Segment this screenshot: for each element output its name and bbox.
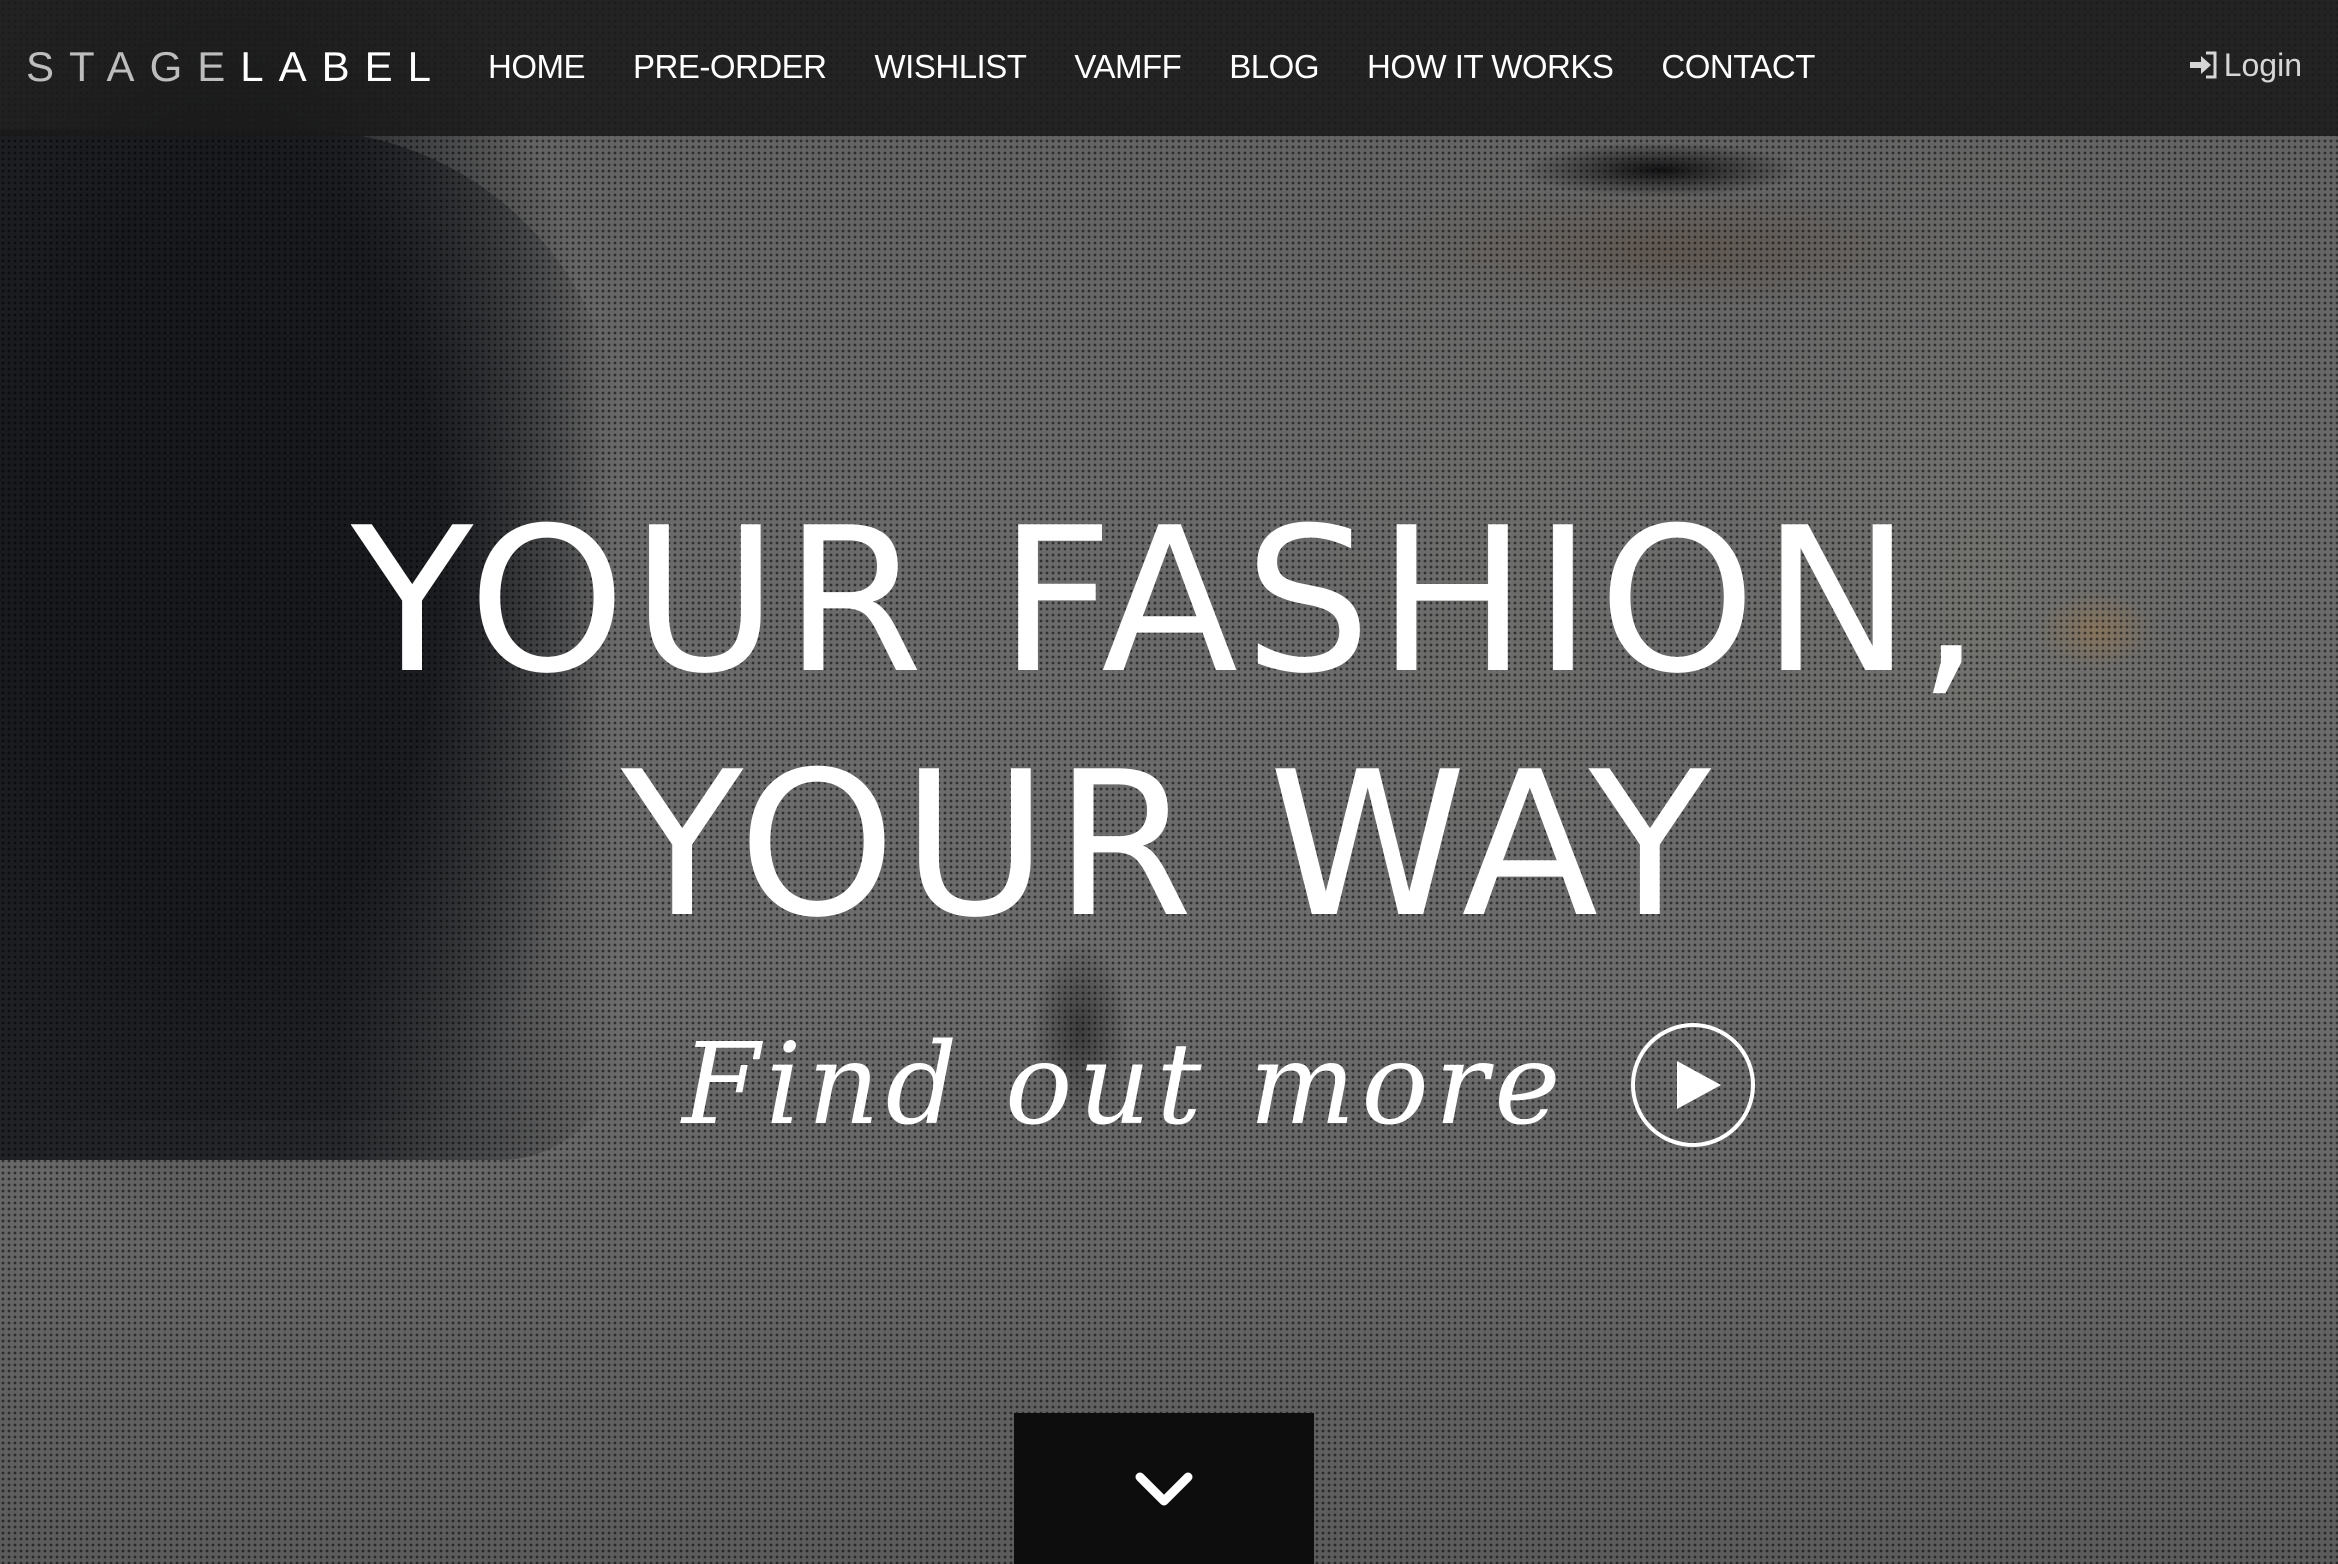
chevron-down-icon bbox=[1135, 1472, 1193, 1505]
logo-label-text: LABEL bbox=[240, 43, 447, 90]
play-button[interactable] bbox=[1630, 1023, 1755, 1147]
hero-headline-line1: YOUR FASHION, bbox=[350, 485, 1987, 718]
nav-item-blog[interactable]: BLOG bbox=[1229, 44, 1319, 90]
main-nav: HOME PRE-ORDER WISHLIST VAMFF BLOG HOW I… bbox=[488, 44, 1815, 90]
login-label: Login bbox=[2223, 47, 2302, 83]
play-icon bbox=[1676, 1061, 1721, 1109]
navbar: STAGELABEL HOME PRE-ORDER WISHLIST VAMFF… bbox=[0, 0, 2338, 136]
find-out-more-label: Find out more bbox=[682, 1020, 1567, 1150]
sign-in-icon bbox=[2189, 51, 2217, 79]
nav-item-vamff[interactable]: VAMFF bbox=[1074, 44, 1181, 90]
nav-item-wishlist[interactable]: WISHLIST bbox=[875, 44, 1027, 90]
hero-headline: YOUR FASHION, YOUR WAY bbox=[0, 480, 2338, 968]
logo-stage-text: STAGE bbox=[26, 43, 241, 90]
nav-item-pre-order[interactable]: PRE-ORDER bbox=[633, 44, 827, 90]
find-out-more-button[interactable]: Find out more bbox=[682, 1020, 1755, 1150]
nav-item-how-it-works[interactable]: HOW IT WORKS bbox=[1367, 44, 1614, 90]
nav-item-home[interactable]: HOME bbox=[488, 44, 586, 90]
site-logo[interactable]: STAGELABEL bbox=[26, 42, 446, 92]
hero-headline-line2: YOUR WAY bbox=[621, 729, 1717, 962]
nav-item-contact[interactable]: CONTACT bbox=[1661, 44, 1815, 90]
scroll-down-button[interactable] bbox=[1014, 1413, 1314, 1564]
login-link[interactable]: Login bbox=[2188, 42, 2302, 88]
